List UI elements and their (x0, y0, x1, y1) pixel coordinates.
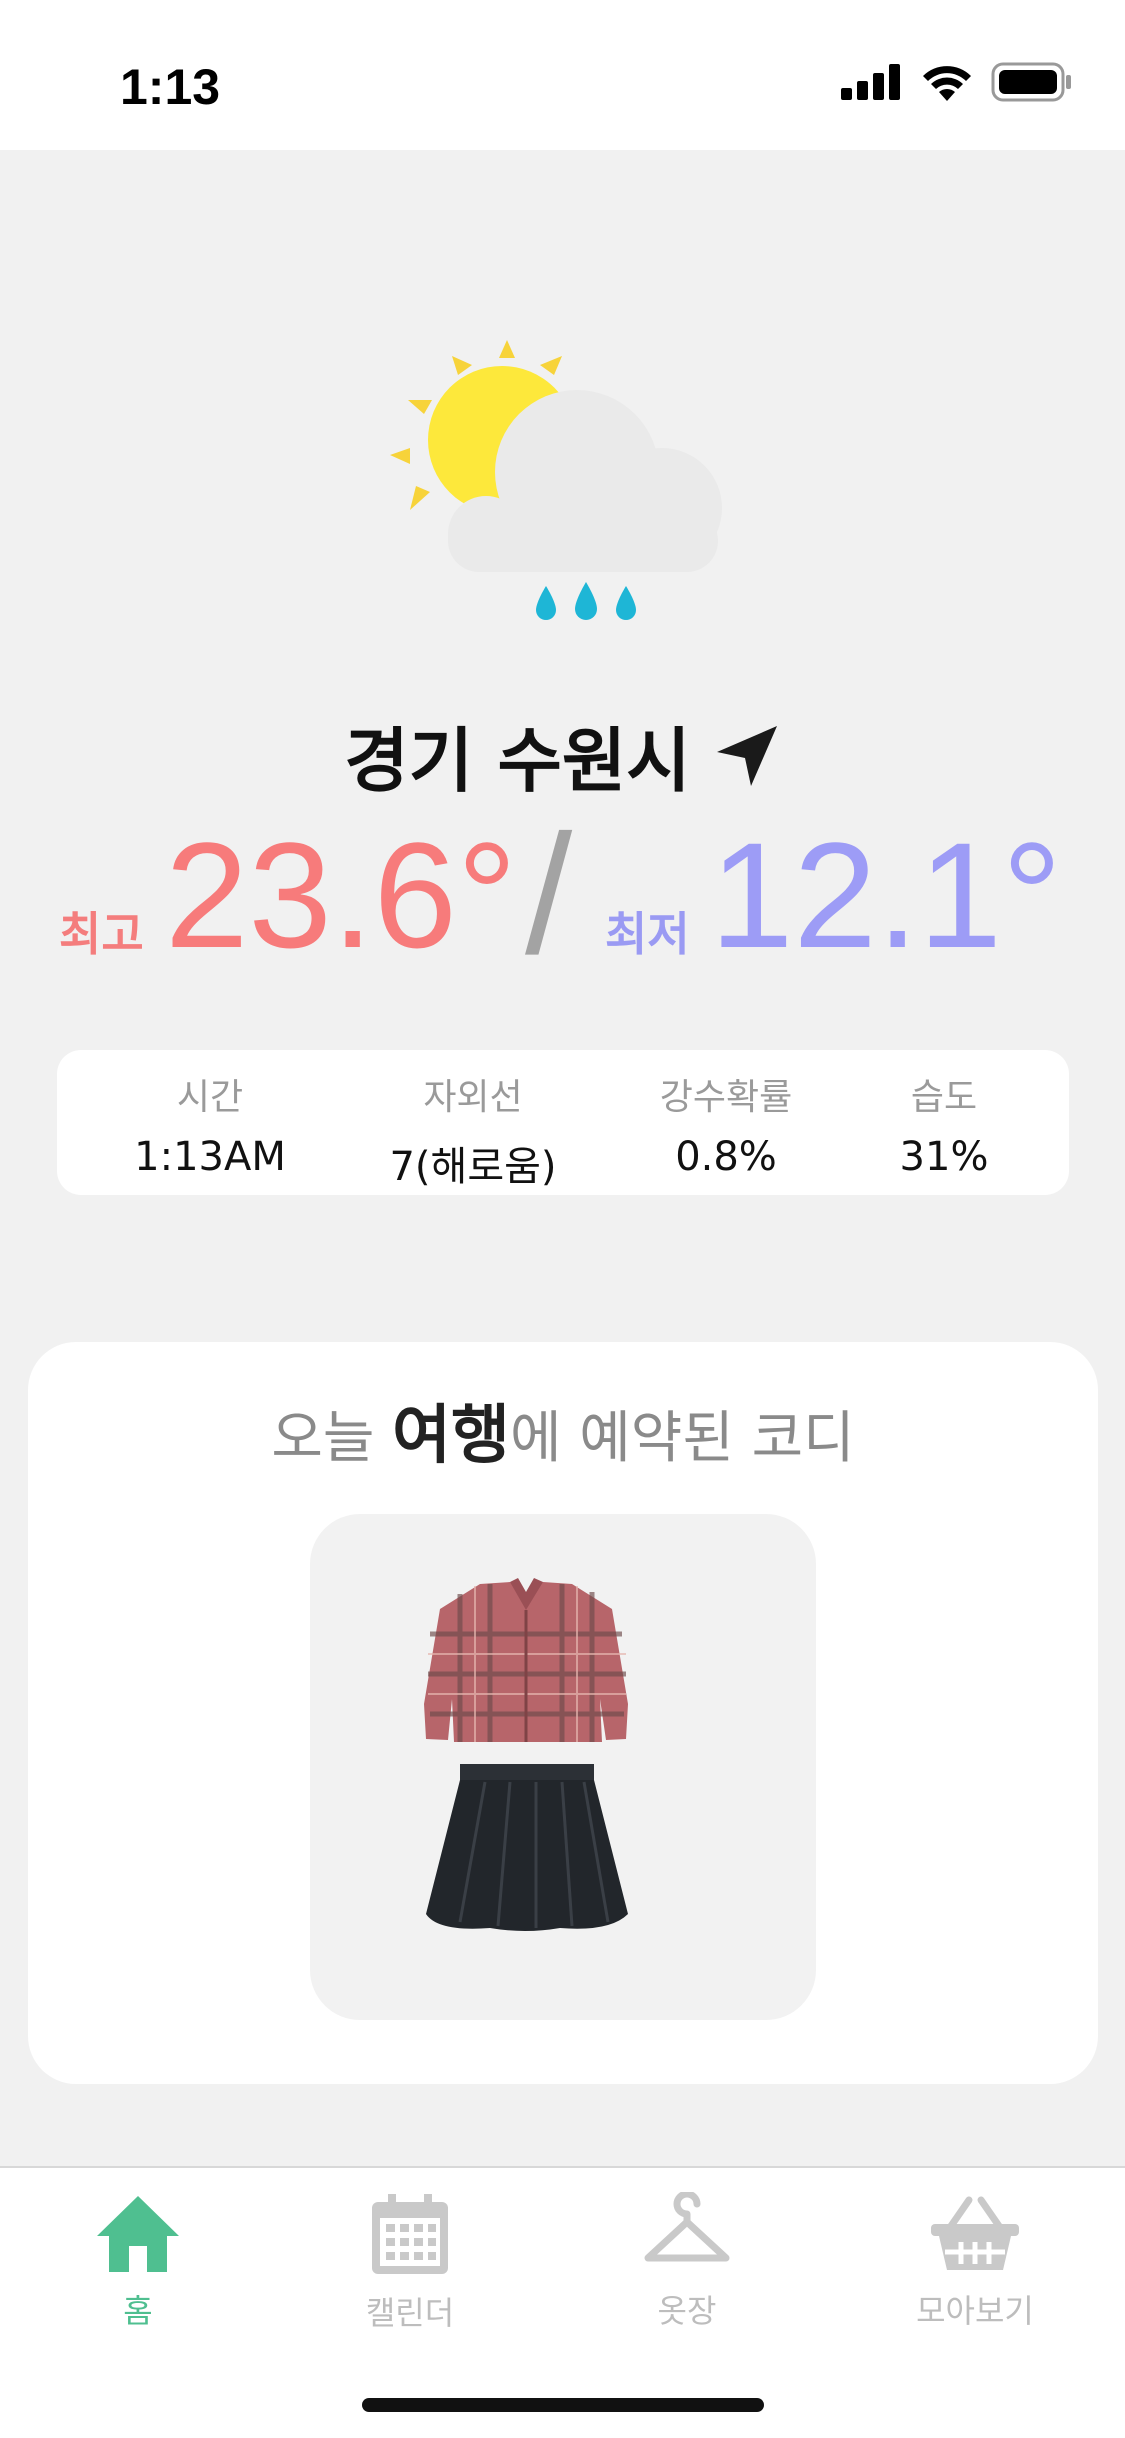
detail-label: 습도 (910, 1077, 978, 1118)
low-temp-value: 12.1° (710, 811, 1062, 979)
hanger-icon (644, 2190, 730, 2262)
outfit-title: 오늘 여행에 예약된 코디 (28, 1384, 1098, 1476)
status-icons (841, 62, 1073, 102)
tab-collection-label: 모아보기 (916, 2292, 1034, 2330)
location-name: 경기 수원시 (344, 720, 691, 802)
plaid-shirt-image (424, 1578, 628, 1742)
home-icon (97, 2196, 179, 2272)
detail-label: 자외선 (423, 1077, 523, 1118)
detail-uv: 자외선 7(해로움) (353, 1068, 593, 1192)
tab-calendar[interactable]: 캘린더 (310, 2192, 510, 2334)
outfit-title-suffix: 에 예약된 코디 (509, 1406, 855, 1471)
outfit-title-prefix: 오늘 (271, 1406, 393, 1471)
outfit-title-event: 여행 (392, 1399, 510, 1473)
location-row[interactable]: 경기 수원시 (0, 705, 1125, 806)
tab-collection[interactable]: 모아보기 (875, 2192, 1075, 2332)
outfit-image (424, 1578, 628, 1931)
high-temp-label: 최고 (59, 907, 144, 961)
temperature-row: 최고 23.6° / 최저 12.1° (55, 810, 1085, 980)
detail-value: 0.8% (675, 1134, 777, 1180)
status-time: 1:13 (120, 59, 221, 115)
home-indicator[interactable] (362, 2398, 764, 2412)
black-skirt-image (426, 1764, 628, 1931)
tab-calendar-label: 캘린더 (365, 2294, 455, 2332)
high-temp-value: 23.6° (165, 811, 517, 979)
weather-details-card: 시간 1:13AM 자외선 7(해로움) 강수확률 0.8% 습도 31% (57, 1050, 1069, 1195)
battery-icon (991, 62, 1071, 102)
wifi-icon (923, 66, 971, 101)
temp-separator: / (525, 800, 573, 990)
basket-icon (931, 2196, 1019, 2270)
detail-value: 7(해로움) (389, 1144, 557, 1190)
tab-home-label: 홈 (123, 2292, 153, 2330)
detail-humidity: 습도 31% (824, 1068, 1064, 1180)
calendar-icon (372, 2194, 448, 2274)
partly-cloudy-rain-icon (390, 340, 722, 620)
detail-time: 시간 1:13AM (90, 1068, 330, 1180)
tab-home[interactable]: 홈 (38, 2192, 238, 2332)
tab-closet[interactable]: 옷장 (587, 2190, 787, 2332)
low-temp-label: 최저 (605, 907, 690, 961)
cellular-signal-icon (841, 64, 900, 100)
outfit-image-frame[interactable] (310, 1514, 816, 2020)
tab-closet-label: 옷장 (657, 2292, 717, 2330)
detail-label: 시간 (176, 1077, 244, 1118)
location-arrow-icon[interactable] (713, 722, 781, 790)
detail-value: 1:13AM (134, 1134, 286, 1180)
status-bar: 1:13 (0, 0, 1125, 150)
scheduled-outfit-card[interactable]: 오늘 여행에 예약된 코디 (28, 1342, 1098, 2084)
detail-value: 31% (899, 1134, 989, 1180)
detail-precipitation: 강수확률 0.8% (606, 1068, 846, 1180)
detail-label: 강수확률 (659, 1077, 793, 1118)
